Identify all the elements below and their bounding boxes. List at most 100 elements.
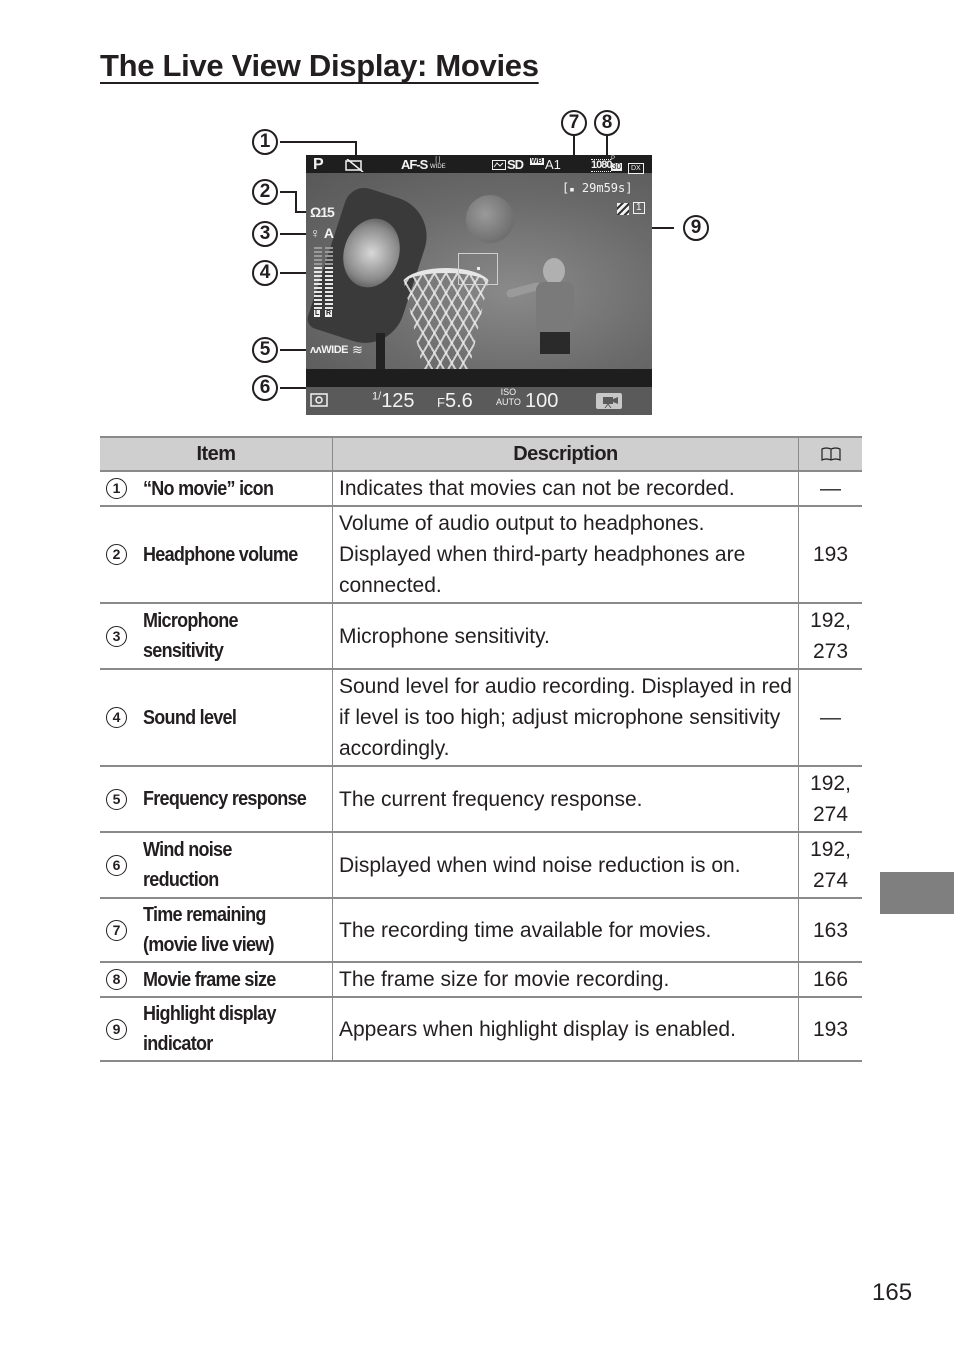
header-item: Item xyxy=(100,436,333,472)
page-reference-cell: 192, 274 xyxy=(798,832,862,899)
movie-camera-icon: ▪ xyxy=(569,185,575,195)
table-row: 6 Wind noise reduction Displayed when win… xyxy=(100,832,862,899)
aperture: F5.6 xyxy=(437,390,473,412)
description-cell: The frame size for movie recording. xyxy=(332,962,799,998)
live-view-figure: P AF-S [ ] WIDE SD WB A1 1080 P 30 DX [▪… xyxy=(240,100,720,420)
description-cell: Displayed when wind noise reduction is o… xyxy=(332,832,799,899)
sound-level-right-channel xyxy=(325,247,333,309)
metering-icon xyxy=(310,393,328,407)
time-remaining: [▪ 29m59s] xyxy=(562,181,633,195)
table-row: 1 “No movie” icon Indicates that movies … xyxy=(100,471,862,507)
movie-mode-icon xyxy=(596,393,622,409)
callout-8: 8 xyxy=(594,110,620,136)
iso-value: 100 xyxy=(525,390,559,412)
description-cell: Volume of audio output to headphones. Di… xyxy=(332,506,799,604)
item-label: Wind noise reduction xyxy=(143,839,232,891)
item-label: “No movie” icon xyxy=(143,477,274,500)
item-number-badge: 4 xyxy=(106,707,127,728)
item-number-badge: 6 xyxy=(106,854,127,876)
header-description: Description xyxy=(332,436,799,472)
basketball xyxy=(466,195,514,243)
page-reference-cell: 192, 273 xyxy=(798,603,862,670)
hoop-pole xyxy=(376,333,385,373)
display-items-table: Item Description 1 “No movie” icon Indic… xyxy=(100,436,862,1062)
item-cell: 4 Sound level xyxy=(100,669,333,767)
description-cell: Indicates that movies can not be recorde… xyxy=(332,471,799,507)
item-label: Highlight display indicator xyxy=(143,1003,276,1055)
description-cell: Microphone sensitivity. xyxy=(332,603,799,670)
table-row: 3 Microphone sensitivity Microphone sensi… xyxy=(100,603,862,670)
callout-3: 3 xyxy=(252,221,278,247)
callout-5: 5 xyxy=(252,337,278,363)
headphone-volume: Ω15 xyxy=(310,204,335,220)
callout-6: 6 xyxy=(252,375,278,401)
description-cell: Sound level for audio recording. Display… xyxy=(332,669,799,767)
white-balance-value: A1 xyxy=(545,157,561,172)
iso-label: ISO AUTO xyxy=(496,387,521,407)
callout-1: 1 xyxy=(252,129,278,155)
item-number-badge: 9 xyxy=(106,1018,127,1040)
wind-noise-reduction-icon: ≋ xyxy=(352,342,363,357)
sound-level-meter: L R xyxy=(314,247,336,317)
chapter-side-tab xyxy=(880,872,954,914)
page-reference-cell: 192, 274 xyxy=(798,766,862,833)
sound-level-left-channel xyxy=(314,247,322,309)
item-cell: 8 Movie frame size xyxy=(100,962,333,998)
table-row: 8 Movie frame size The frame size for mo… xyxy=(100,962,862,998)
picture-control-icon xyxy=(492,160,506,170)
item-number-badge: 2 xyxy=(106,544,127,565)
microphone-sensitivity: ♀ A xyxy=(310,225,334,241)
microphone-icon: ♀ xyxy=(310,225,321,241)
item-cell: 3 Microphone sensitivity xyxy=(100,603,333,670)
item-number-badge: 3 xyxy=(106,625,127,647)
book-icon xyxy=(820,447,841,462)
item-cell: 2 Headphone volume xyxy=(100,506,333,604)
callout-9: 9 xyxy=(683,215,709,241)
no-movie-icon xyxy=(345,159,364,172)
item-label: Headphone volume xyxy=(143,543,298,566)
callout-2: 2 xyxy=(252,179,278,205)
table-row: 4 Sound level Sound level for audio reco… xyxy=(100,669,862,767)
child-figure xyxy=(505,258,576,368)
left-channel-label: L xyxy=(314,310,321,317)
page-number: 165 xyxy=(872,1279,913,1306)
page-reference-cell: 163 xyxy=(798,898,862,963)
item-cell: 6 Wind noise reduction xyxy=(100,832,333,899)
page-reference-cell: — xyxy=(798,669,862,767)
table-row: 7 Time remaining (movie live view) The re… xyxy=(100,898,862,963)
item-cell: 1 “No movie” icon xyxy=(100,471,333,507)
item-label: Microphone sensitivity xyxy=(143,610,239,662)
page-reference-cell: 193 xyxy=(798,506,862,604)
right-channel-label: R xyxy=(325,310,333,317)
item-label: Sound level xyxy=(143,706,237,729)
item-number-badge: 1 xyxy=(106,478,127,499)
af-area-mode: [ ] WIDE xyxy=(430,157,446,170)
shooting-mode: P xyxy=(313,156,324,173)
item-cell: 9 Highlight display indicator xyxy=(100,997,333,1062)
headphone-icon: Ω xyxy=(310,204,321,220)
focus-mode: AF-S xyxy=(401,157,428,172)
table-row: 2 Headphone volume Volume of audio outpu… xyxy=(100,506,862,604)
page-title: The Live View Display: Movies xyxy=(100,48,539,83)
header-page xyxy=(798,436,862,472)
movie-frame-size: 1080 xyxy=(591,159,613,172)
dx-indicator: DX xyxy=(628,158,644,174)
page-reference-cell: 193 xyxy=(798,997,862,1062)
item-number-badge: 5 xyxy=(106,788,127,810)
item-label: Movie frame size xyxy=(143,968,276,991)
frame-rate: 30 xyxy=(611,162,622,171)
shutter-speed: 1/125 xyxy=(372,390,415,412)
description-cell: The current frequency response. xyxy=(332,766,799,833)
table-row: 5 Frequency response The current frequen… xyxy=(100,766,862,833)
highlight-display-icon xyxy=(617,203,629,215)
item-label: Time remaining (movie live view) xyxy=(143,904,275,956)
frequency-response: ᴧᴧWIDE xyxy=(310,344,348,356)
page-reference-cell: 166 xyxy=(798,962,862,998)
live-view-photo xyxy=(306,173,652,373)
card-slot-icon: 1 xyxy=(633,202,645,214)
picture-control-value: SD xyxy=(507,157,524,172)
bottom-black-strip xyxy=(306,369,652,387)
table-row: 9 Highlight display indicator Appears whe… xyxy=(100,997,862,1062)
camera-live-view-screen: P AF-S [ ] WIDE SD WB A1 1080 P 30 DX [▪… xyxy=(306,155,652,415)
callout-4: 4 xyxy=(252,260,278,286)
